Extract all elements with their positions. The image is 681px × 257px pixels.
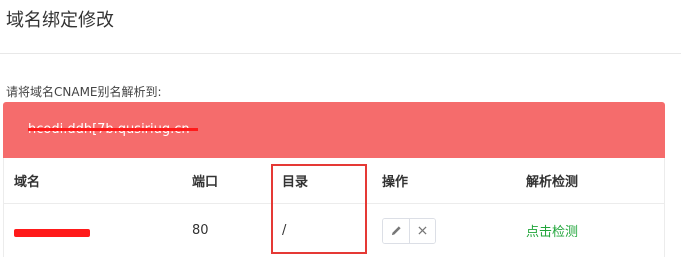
header-divider bbox=[0, 53, 681, 54]
header-dns-check: 解析检测 bbox=[526, 175, 579, 190]
actions-cell bbox=[372, 204, 516, 257]
redaction-mark bbox=[28, 128, 198, 131]
header-port: 端口 bbox=[192, 175, 219, 190]
page-title: 域名绑定修改 bbox=[6, 10, 114, 31]
row-action-buttons bbox=[382, 217, 436, 244]
header-actions: 操作 bbox=[382, 175, 409, 190]
cname-hint: 请将域名CNAME别名解析到: bbox=[6, 85, 162, 99]
domain-cell bbox=[4, 204, 182, 257]
domain-redaction bbox=[14, 228, 90, 237]
port-cell: 80 bbox=[192, 223, 209, 238]
close-icon bbox=[418, 226, 427, 235]
dns-check-cell: 点击检测 bbox=[516, 204, 666, 257]
cname-banner: hcodi.ddh[7b.qusiriug.cn bbox=[3, 102, 665, 158]
delete-button[interactable] bbox=[409, 218, 435, 243]
annotation-highlight-box bbox=[271, 164, 367, 254]
header-domain: 域名 bbox=[14, 175, 41, 190]
pencil-icon bbox=[391, 226, 401, 236]
dns-check-link[interactable]: 点击检测 bbox=[526, 221, 578, 240]
edit-button[interactable] bbox=[383, 218, 409, 243]
